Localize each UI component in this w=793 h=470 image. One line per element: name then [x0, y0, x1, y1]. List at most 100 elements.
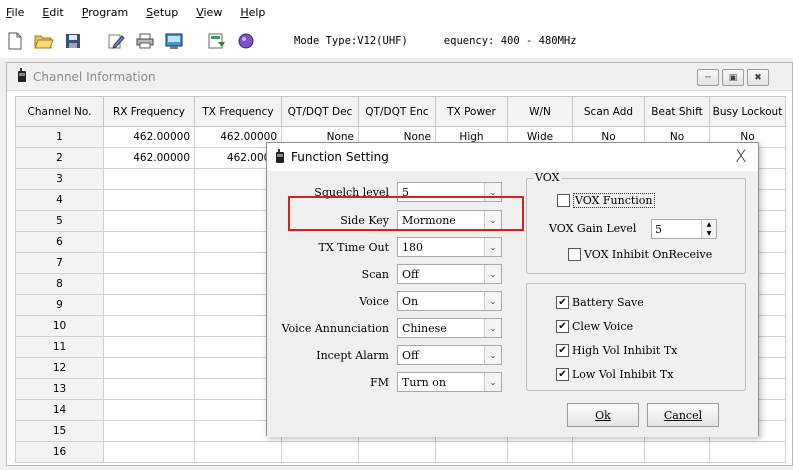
vox-function-check[interactable] [557, 194, 570, 207]
high-vol-inhibit-check[interactable]: ✔ [556, 344, 569, 357]
table-cell-rx[interactable] [103, 168, 195, 190]
table-cell-rx[interactable] [103, 315, 195, 337]
table-cell-no[interactable]: 10 [15, 315, 104, 337]
menu-edit[interactable]: Edit [42, 6, 63, 19]
open-folder-icon[interactable] [33, 30, 55, 52]
voice-annunciation-label: Voice Annunciation [281, 321, 389, 335]
table-cell-rx[interactable]: 462.00000 [103, 147, 195, 169]
vox-function-checkbox[interactable]: VOX Function [557, 193, 655, 208]
column-header[interactable]: TX Power [435, 96, 508, 127]
vox-gain-spinner[interactable]: 5 ▲ ▼ [651, 219, 717, 239]
clew-voice-checkbox[interactable]: ✔ Clew Voice [556, 320, 633, 333]
column-header[interactable]: TX Frequency [194, 96, 282, 127]
column-header[interactable]: Scan Add [572, 96, 645, 127]
table-row[interactable]: 16 [15, 441, 786, 463]
table-cell-no[interactable]: 9 [15, 294, 104, 316]
table-cell-busy[interactable] [709, 441, 786, 463]
table-cell-rx[interactable] [103, 336, 195, 358]
column-header[interactable]: QT/DQT Dec [281, 96, 359, 127]
low-vol-inhibit-check[interactable]: ✔ [556, 368, 569, 381]
table-cell-rx[interactable] [103, 441, 195, 463]
fm-select[interactable]: Turn on ⌄ [397, 372, 502, 392]
voice-select[interactable]: On ⌄ [397, 291, 502, 311]
table-cell-no[interactable]: 12 [15, 357, 104, 379]
tx-timeout-select[interactable]: 180 ⌄ [397, 237, 502, 257]
table-cell-rx[interactable] [103, 189, 195, 211]
save-icon[interactable] [62, 30, 84, 52]
table-cell-rx[interactable] [103, 210, 195, 232]
edit-icon[interactable] [105, 30, 127, 52]
table-cell-scan[interactable] [572, 441, 645, 463]
scan-select[interactable]: Off ⌄ [397, 264, 502, 284]
menu-file[interactable]: File [6, 6, 24, 19]
read-radio-icon[interactable] [163, 30, 185, 52]
chevron-down-icon[interactable]: ⌄ [484, 346, 501, 364]
table-cell-no[interactable]: 1 [15, 126, 104, 148]
chevron-down-icon[interactable]: ⌄ [484, 373, 501, 391]
menu-program[interactable]: Program [82, 6, 128, 19]
spin-up-icon[interactable]: ▲ [701, 220, 716, 229]
table-cell-beat[interactable] [644, 441, 710, 463]
chevron-down-icon[interactable]: ⌄ [484, 292, 501, 310]
table-cell-no[interactable]: 7 [15, 252, 104, 274]
restore-button[interactable]: ▣ [722, 69, 744, 86]
table-cell-no[interactable]: 5 [15, 210, 104, 232]
write-radio-icon[interactable] [206, 30, 228, 52]
table-cell-wn[interactable] [507, 441, 573, 463]
table-cell-rx[interactable] [103, 357, 195, 379]
new-file-icon[interactable] [4, 30, 26, 52]
close-window-button[interactable]: ✖ [747, 69, 769, 86]
table-cell-power[interactable] [435, 441, 508, 463]
table-cell-rx[interactable] [103, 294, 195, 316]
menu-view[interactable]: View [196, 6, 222, 19]
voice-annunciation-select[interactable]: Chinese ⌄ [397, 318, 502, 338]
incept-alarm-select[interactable]: Off ⌄ [397, 345, 502, 365]
table-cell-rx[interactable] [103, 378, 195, 400]
column-header[interactable]: W/N [507, 96, 573, 127]
cancel-button[interactable]: Cancel [647, 403, 719, 427]
table-cell-rx[interactable] [103, 420, 195, 442]
clew-voice-check[interactable]: ✔ [556, 320, 569, 333]
chevron-down-icon[interactable]: ⌄ [484, 238, 501, 256]
vox-inhibit-checkbox[interactable]: VOX Inhibit OnReceive [568, 248, 712, 261]
table-cell-no[interactable]: 6 [15, 231, 104, 253]
table-cell-no[interactable]: 8 [15, 273, 104, 295]
spin-down-icon[interactable]: ▼ [701, 229, 716, 238]
table-cell-no[interactable]: 16 [15, 441, 104, 463]
table-cell-no[interactable]: 11 [15, 336, 104, 358]
menu-help[interactable]: Help [240, 6, 265, 19]
spinner-buttons[interactable]: ▲ ▼ [701, 220, 716, 238]
table-cell-no[interactable]: 14 [15, 399, 104, 421]
table-cell-rx[interactable] [103, 252, 195, 274]
ok-button[interactable]: Ok [567, 403, 639, 427]
column-header[interactable]: Beat Shift [644, 96, 710, 127]
table-cell-no[interactable]: 15 [15, 420, 104, 442]
table-cell-no[interactable]: 13 [15, 378, 104, 400]
low-vol-inhibit-checkbox[interactable]: ✔ Low Vol Inhibit Tx [556, 368, 673, 381]
battery-save-check[interactable]: ✔ [556, 296, 569, 309]
table-cell-rx[interactable] [103, 273, 195, 295]
chevron-down-icon[interactable]: ⌄ [484, 265, 501, 283]
table-cell-rx[interactable] [103, 399, 195, 421]
menu-setup[interactable]: Setup [146, 6, 178, 19]
table-cell-no[interactable]: 2 [15, 147, 104, 169]
table-cell-rx[interactable]: 462.00000 [103, 126, 195, 148]
column-header[interactable]: Channel No. [15, 96, 104, 127]
table-cell-rx[interactable] [103, 231, 195, 253]
chevron-down-icon[interactable]: ⌄ [484, 319, 501, 337]
table-cell-tx[interactable] [194, 441, 282, 463]
table-cell-no[interactable]: 4 [15, 189, 104, 211]
vox-inhibit-check[interactable] [568, 248, 581, 261]
print-icon[interactable] [134, 30, 156, 52]
column-header[interactable]: QT/DQT Enc [358, 96, 436, 127]
column-header[interactable]: RX Frequency [103, 96, 195, 127]
battery-save-checkbox[interactable]: ✔ Battery Save [556, 296, 644, 309]
dialog-close-button[interactable]: X [730, 146, 752, 168]
high-vol-inhibit-checkbox[interactable]: ✔ High Vol Inhibit Tx [556, 344, 677, 357]
table-cell-dec[interactable] [281, 441, 359, 463]
about-icon[interactable] [235, 30, 257, 52]
table-cell-enc[interactable] [358, 441, 436, 463]
minimize-button[interactable]: ─ [697, 69, 719, 86]
column-header[interactable]: Busy Lockout [709, 96, 786, 127]
table-cell-no[interactable]: 3 [15, 168, 104, 190]
